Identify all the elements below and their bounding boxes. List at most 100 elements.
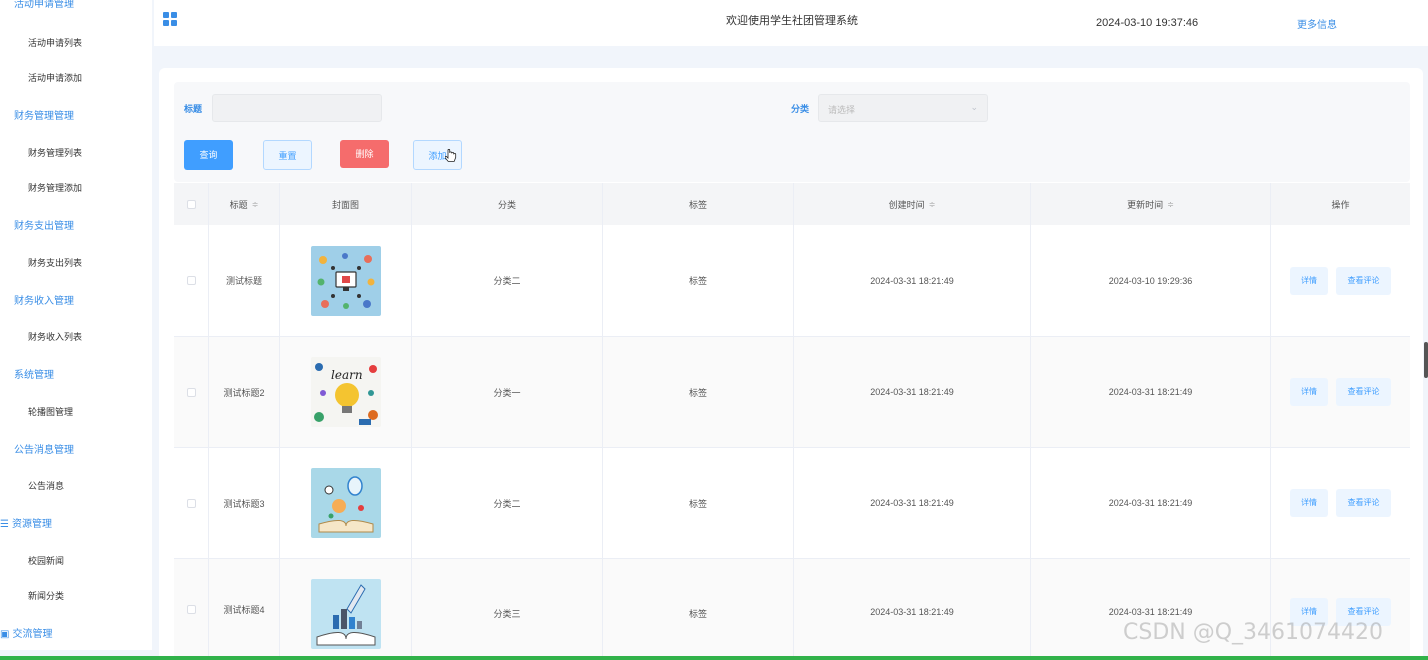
row-category: 分类三: [412, 559, 603, 660]
sidebar-group-activity-apply[interactable]: 活动申请管理: [14, 0, 74, 10]
title-search-input[interactable]: [212, 94, 382, 122]
column-header-label: 封面图: [331, 199, 359, 210]
sidebar-item-income-list[interactable]: 财务收入列表: [28, 330, 82, 343]
reset-button[interactable]: 重置: [263, 140, 312, 170]
sidebar-group-resources[interactable]: ☰ 资源管理: [0, 515, 52, 530]
detail-button[interactable]: 详情: [1290, 489, 1328, 517]
sidebar-group-income[interactable]: 财务收入管理: [14, 292, 74, 307]
row-category: 分类二: [412, 225, 603, 336]
sidebar-item-campus-news[interactable]: 校园新闻: [28, 554, 64, 567]
svg-text:learn: learn: [331, 368, 363, 382]
sidebar-item-finance-list[interactable]: 财务管理列表: [28, 146, 82, 159]
row-category: 分类二: [412, 448, 603, 558]
sidebar-item-finance-add[interactable]: 财务管理添加: [28, 181, 82, 194]
column-updated-header[interactable]: 更新时间 ≑: [1031, 183, 1271, 225]
chevron-down-icon: ⌄: [970, 102, 978, 112]
row-category: 分类一: [412, 337, 603, 447]
welcome-title: 欢迎使用学生社团管理系统: [726, 15, 858, 27]
row-created: 2024-03-31 18:21:49: [794, 559, 1031, 660]
sidebar-group-communication[interactable]: ▣ 交流管理: [0, 625, 52, 640]
column-actions-header: 操作: [1271, 183, 1410, 225]
query-button[interactable]: 查询: [184, 140, 233, 170]
more-info-link[interactable]: 更多信息: [1297, 16, 1337, 31]
table-row: 测试标题2 learn 分类一 标签 2024-03-31 18:21:49 2…: [174, 337, 1410, 448]
menu-grid-icon[interactable]: [163, 12, 177, 26]
row-created: 2024-03-31 18:21:49: [794, 337, 1031, 447]
row-cover: [280, 448, 412, 558]
cover-image-learn-bulb: learn: [310, 357, 381, 427]
cover-image-book-rocket: [310, 579, 381, 649]
detail-button[interactable]: 详情: [1290, 266, 1328, 295]
table-row: 测试标题3 分类二 标签 2024-03-31 18:21:49 2024-03…: [174, 448, 1410, 559]
select-all-checkbox[interactable]: [174, 183, 209, 225]
sidebar-group-notice[interactable]: 公告消息管理: [14, 441, 74, 456]
row-checkbox[interactable]: [174, 337, 209, 447]
row-updated: 2024-03-31 18:21:49: [1031, 337, 1271, 447]
sidebar-item-notice[interactable]: 公告消息: [28, 479, 64, 492]
row-checkbox[interactable]: [174, 225, 209, 336]
sidebar-group-finance[interactable]: 财务管理管理: [14, 107, 74, 122]
column-header-label: 操作: [1331, 199, 1350, 210]
sidebar-group-label: 交流管理: [12, 629, 53, 640]
list-icon: ☰: [0, 519, 9, 530]
sidebar: 活动申请管理 活动申请列表 活动申请添加 财务管理管理 财务管理列表 财务管理添…: [0, 0, 152, 650]
row-title: 测试标题2: [209, 337, 280, 447]
row-cover: [280, 225, 412, 336]
category-select[interactable]: 请选择 ⌄: [818, 94, 988, 122]
row-tag: 标签: [603, 337, 794, 447]
row-cover: learn: [280, 337, 412, 447]
view-comments-button[interactable]: 查看评论: [1336, 378, 1391, 406]
pointer-cursor-icon: [445, 149, 457, 162]
view-comments-button[interactable]: 查看评论: [1336, 489, 1391, 517]
add-button-label: 添加: [428, 151, 447, 161]
row-actions: 详情 查看评论: [1271, 225, 1410, 336]
sidebar-group-system[interactable]: 系统管理: [14, 366, 54, 381]
sidebar-item-activity-add[interactable]: 活动申请添加: [28, 71, 82, 84]
sidebar-item-activity-list[interactable]: 活动申请列表: [28, 36, 82, 49]
sidebar-item-expense-list[interactable]: 财务支出列表: [28, 256, 82, 269]
top-header: 欢迎使用学生社团管理系统 2024-03-10 19:37:46 更多信息: [154, 0, 1428, 46]
table-header-row: 标题 ≑ 封面图 分类 标签 创建时间 ≑ 更新时间 ≑ 操作: [174, 183, 1410, 225]
row-checkbox[interactable]: [174, 559, 209, 660]
cover-image-book-balloon: [310, 468, 381, 538]
row-actions: 详情 查看评论: [1271, 448, 1410, 558]
row-title: 测试标题: [209, 225, 280, 336]
view-comments-button[interactable]: 查看评论: [1336, 266, 1391, 295]
column-tag-header: 标签: [603, 183, 794, 225]
sidebar-group-expense[interactable]: 财务支出管理: [14, 217, 74, 232]
sort-icon: ≑: [1167, 199, 1174, 209]
column-title-header[interactable]: 标题 ≑: [209, 183, 280, 225]
chat-icon: ▣: [0, 629, 10, 640]
sidebar-item-carousel[interactable]: 轮播图管理: [28, 405, 73, 418]
column-header-label: 更新时间: [1127, 199, 1164, 210]
category-filter-label: 分类: [791, 104, 810, 114]
column-header-label: 创建时间: [888, 199, 925, 210]
table-row: 测试标题 分类二 标签 2024-03-31 18:21:49 2024-03-…: [174, 225, 1410, 337]
row-actions: 详情 查看评论: [1271, 337, 1410, 447]
title-filter-label: 标题: [184, 104, 203, 114]
column-header-label: 标签: [688, 199, 707, 210]
sort-icon: ≑: [251, 199, 259, 209]
row-title: 测试标题3: [209, 448, 280, 558]
add-button[interactable]: 添加: [413, 140, 462, 170]
current-datetime: 2024-03-10 19:37:46: [1096, 17, 1199, 29]
csdn-watermark: CSDN @Q_3461074420: [1123, 620, 1384, 645]
category-placeholder: 请选择: [828, 105, 856, 115]
row-checkbox[interactable]: [174, 448, 209, 558]
column-category-header: 分类: [412, 183, 603, 225]
detail-button[interactable]: 详情: [1290, 378, 1328, 406]
scrollbar-handle[interactable]: [1424, 342, 1428, 378]
row-tag: 标签: [603, 225, 794, 336]
cover-image-tech-icons: [310, 245, 381, 316]
row-cover: [280, 559, 412, 660]
column-created-header[interactable]: 创建时间 ≑: [794, 183, 1031, 225]
sidebar-item-news-category[interactable]: 新闻分类: [28, 589, 64, 602]
delete-button[interactable]: 删除: [340, 140, 389, 168]
column-cover-header: 封面图: [280, 183, 412, 225]
sort-icon: ≑: [928, 199, 936, 209]
row-tag: 标签: [603, 448, 794, 558]
row-tag: 标签: [603, 559, 794, 660]
row-title: 测试标题4: [209, 559, 280, 660]
sidebar-group-label: 资源管理: [11, 519, 52, 530]
column-header-label: 标题: [229, 199, 248, 210]
